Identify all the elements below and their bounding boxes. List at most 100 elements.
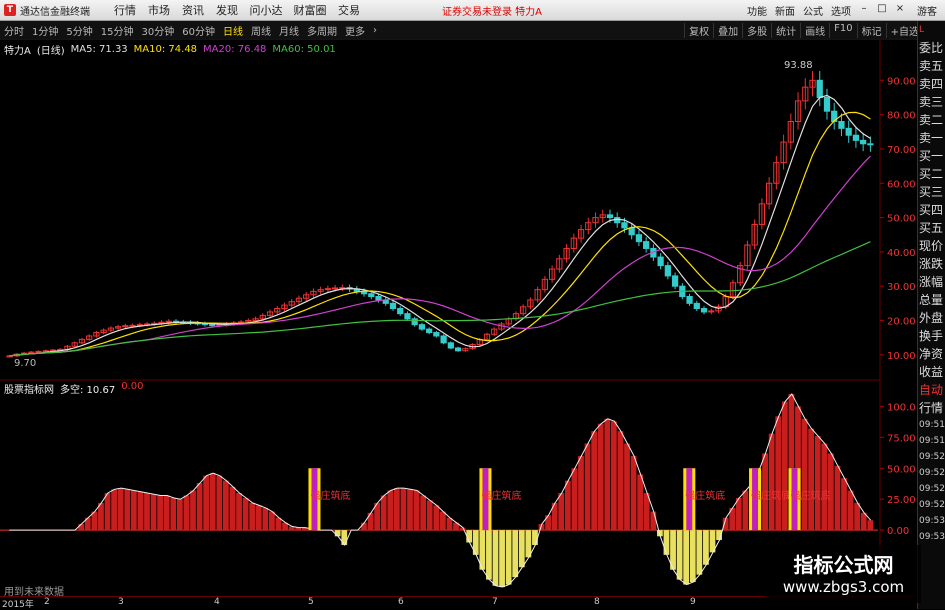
tool-f10[interactable]: F10 <box>829 22 856 38</box>
indicator-bar <box>367 512 374 531</box>
sidebar-badge[interactable]: L <box>918 21 945 39</box>
indicator-bar <box>545 515 551 531</box>
menu-formula[interactable]: 公式 <box>799 3 827 18</box>
indicator-bar <box>584 443 591 531</box>
candle <box>426 328 433 334</box>
sidebar-item-bid5[interactable]: 买五 <box>918 219 945 237</box>
menu-item-market[interactable]: 市场 <box>142 2 176 18</box>
period-5min[interactable]: 5分钟 <box>62 23 96 38</box>
indicator-bar <box>170 497 177 531</box>
menu-item-discover[interactable]: 发现 <box>210 2 244 18</box>
indicator-bar <box>459 527 466 531</box>
sidebar-item-outer[interactable]: 外盘 <box>918 309 945 327</box>
quote-sidebar: L 委比 卖五 卖四 卖三 卖二 卖一 买一 买二 买三 买四 买五 现价 涨跌… <box>917 21 945 609</box>
tool-overlay[interactable]: 叠加 <box>713 22 742 38</box>
indicator-tick-label: 25.00 <box>887 495 915 506</box>
sidebar-item-ask2[interactable]: 卖二 <box>918 111 945 129</box>
sidebar-item-eps[interactable]: 收益 <box>918 363 945 381</box>
candle <box>440 335 447 344</box>
indicator-bar <box>841 478 847 531</box>
indicator-bar <box>571 468 578 531</box>
menu-item-ask[interactable]: 问小达 <box>244 2 288 18</box>
menu-item-wealth[interactable]: 财富圈 <box>288 2 332 18</box>
tick-time: 09:51 <box>919 420 945 430</box>
period-weekly[interactable]: 周线 <box>247 23 275 38</box>
candle <box>35 350 42 353</box>
candle <box>852 134 860 141</box>
app-logo: T 通达信金融终端 <box>4 3 108 18</box>
trade-login-alert[interactable]: 证券交易未登录 特力A <box>442 3 542 18</box>
menu-options[interactable]: 选项 <box>827 3 855 18</box>
indicator-bar <box>262 507 269 531</box>
candle <box>397 308 404 315</box>
indicator-bar <box>821 443 828 531</box>
guest-label[interactable]: 游客 <box>909 3 945 18</box>
sidebar-item-ask3[interactable]: 卖三 <box>918 93 945 111</box>
sidebar-item-bid2[interactable]: 买二 <box>918 165 945 183</box>
price-tick-label: 40.00 <box>887 248 915 259</box>
period-60min[interactable]: 60分钟 <box>178 23 219 38</box>
sidebar-item-bid1[interactable]: 买一 <box>918 147 945 165</box>
sidebar-item-auto[interactable]: 自动 <box>918 381 945 399</box>
period-15min[interactable]: 15分钟 <box>97 23 138 38</box>
indicator-bar <box>624 443 630 531</box>
sidebar-item-volume[interactable]: 总量 <box>918 291 945 309</box>
candle <box>418 324 426 330</box>
sidebar-item-ask1[interactable]: 卖一 <box>918 129 945 147</box>
chart-tools: 复权 叠加 多股 统计 画线 F10 标记 +自选 <box>684 22 923 38</box>
indicator-bar <box>144 493 150 531</box>
watermark: 指标公式网 www.zbgs3.com <box>766 545 921 603</box>
indicator-bar <box>341 530 348 545</box>
minimize-icon[interactable]: – <box>855 3 873 18</box>
menu-item-news[interactable]: 资讯 <box>176 2 210 18</box>
sidebar-item-bid-ratio[interactable]: 委比 <box>918 39 945 57</box>
sidebar-item-turnover[interactable]: 换手 <box>918 327 945 345</box>
tool-adjust[interactable]: 复权 <box>684 22 713 38</box>
period-1min[interactable]: 1分钟 <box>28 23 62 38</box>
indicator-bar <box>236 493 242 531</box>
candle <box>635 234 643 243</box>
indicator-bar <box>124 489 131 531</box>
sidebar-item-ask4[interactable]: 卖四 <box>918 75 945 93</box>
indicator-bar <box>525 530 532 558</box>
sidebar-item-price[interactable]: 现价 <box>918 237 945 255</box>
sidebar-item-bid3[interactable]: 买三 <box>918 183 945 201</box>
sidebar-item-ask5[interactable]: 卖五 <box>918 57 945 75</box>
candle <box>693 302 700 310</box>
tool-mark[interactable]: 标记 <box>856 22 886 38</box>
candle <box>614 217 621 224</box>
candle <box>671 275 679 287</box>
maximize-icon[interactable]: □ <box>873 3 891 18</box>
indicator-bar <box>683 530 690 585</box>
tick-time: 09:53 <box>919 516 945 526</box>
period-more[interactable]: 更多 <box>341 23 369 38</box>
price-tick-label: 50.00 <box>887 214 915 225</box>
close-icon[interactable]: × <box>891 3 909 18</box>
tool-draw[interactable]: 画线 <box>800 22 829 38</box>
sidebar-item-quotes[interactable]: 行情 <box>918 399 945 417</box>
chevron-right-icon[interactable]: › <box>369 25 381 36</box>
sidebar-item-net-asset[interactable]: 净资 <box>918 345 945 363</box>
period-tick[interactable]: 分时 <box>0 23 28 38</box>
indicator-bar <box>834 465 841 531</box>
high-price-mark: 93.88 <box>784 60 813 71</box>
tool-stats[interactable]: 统计 <box>771 22 800 38</box>
indicator-bar <box>867 520 874 531</box>
menu-function[interactable]: 功能 <box>743 3 771 18</box>
menu-item-trade[interactable]: 交易 <box>332 2 366 18</box>
period-monthly[interactable]: 月线 <box>275 23 303 38</box>
menu-new-page[interactable]: 新面 <box>771 3 799 18</box>
sidebar-item-change-pct[interactable]: 涨幅 <box>918 273 945 291</box>
indicator-tick-label: 75.00 <box>887 433 915 444</box>
indicator-bar <box>486 530 492 580</box>
price-tick-label: 20.00 <box>887 317 915 328</box>
sidebar-item-bid4[interactable]: 买四 <box>918 201 945 219</box>
price-chart[interactable]: 强庄筑底 强庄筑底 强庄筑底 强庄筑底 强庄筑底 90.0080.0070.0060.0… <box>0 40 915 595</box>
period-multi[interactable]: 多周期 <box>303 23 341 38</box>
menu-item-quotes[interactable]: 行情 <box>108 2 142 18</box>
sidebar-item-change[interactable]: 涨跌 <box>918 255 945 273</box>
period-30min[interactable]: 30分钟 <box>137 23 178 38</box>
period-daily[interactable]: 日线 <box>219 23 247 38</box>
candle <box>700 308 708 313</box>
tool-multi-stock[interactable]: 多股 <box>742 22 771 38</box>
